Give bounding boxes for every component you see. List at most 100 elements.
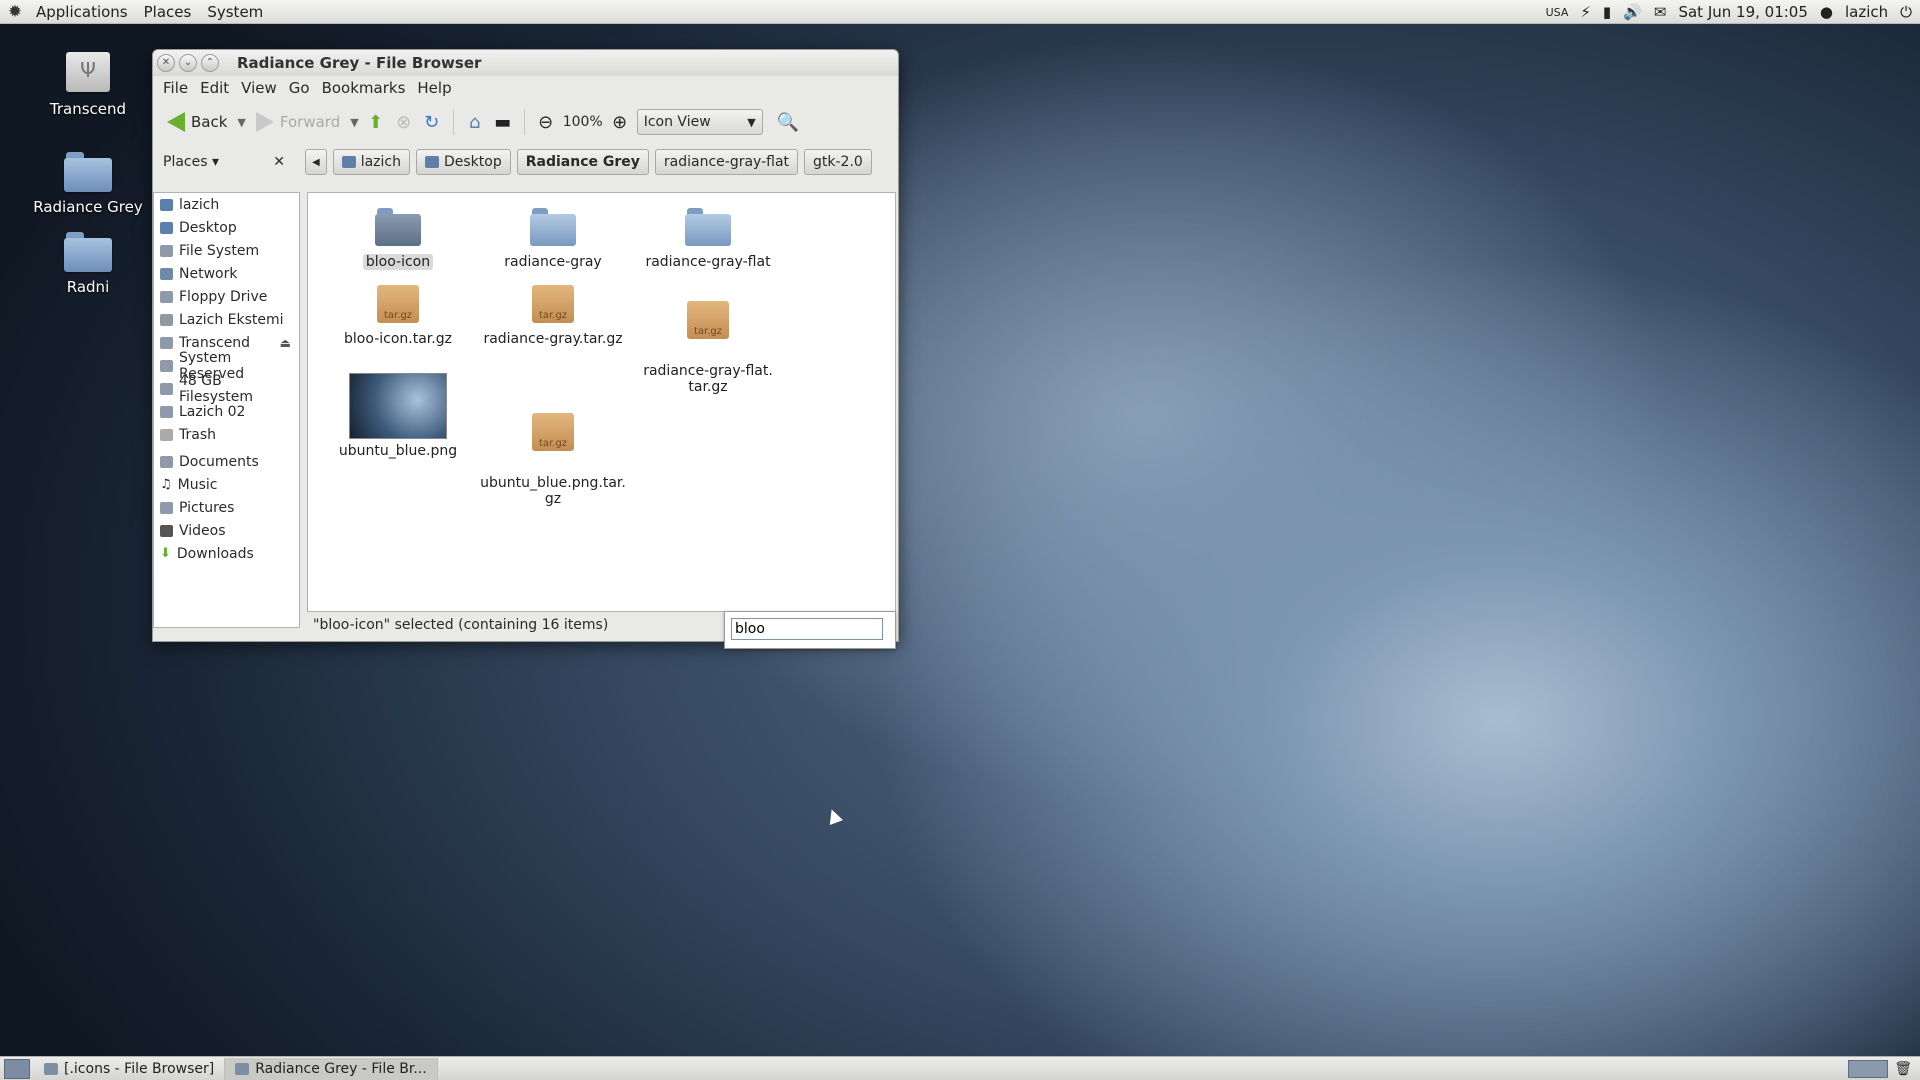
folder-icon [375,208,421,246]
menu-bookmarks[interactable]: Bookmarks [316,79,412,97]
drive-icon [160,382,173,395]
sidebar-item-lazich[interactable]: lazich [154,193,299,216]
ubuntu-logo-icon[interactable]: ✹ [6,2,24,22]
mail-icon[interactable]: ✉ [1654,3,1667,21]
sidebar-item-pictures[interactable]: Pictures [154,496,299,519]
file-item-ubuntu-blue-png[interactable]: ubuntu_blue.png [323,373,473,459]
downloads-icon: ⬇ [160,546,171,561]
file-browser-window: ✕ ⌄ ⌃ Radiance Grey - File Browser File … [152,49,899,642]
zoom-in-icon[interactable]: ⊕ [609,111,631,133]
breadcrumb-item-desktop[interactable]: Desktop [415,149,511,175]
file-browser-icon [235,1062,250,1075]
clock[interactable]: Sat Jun 19, 01:05 [1678,3,1807,21]
window-close-button[interactable]: ✕ [157,54,175,72]
power-icon[interactable]: ⏻ [1900,3,1912,21]
breadcrumb-item-radiance-grey[interactable]: Radiance Grey [516,149,649,175]
back-button[interactable]: Back [163,108,231,136]
sidebar-item-music[interactable]: ♫ Music [154,473,299,496]
sidebar-item-network[interactable]: Network [154,262,299,285]
up-arrow-icon[interactable]: ⬆ [365,111,387,133]
close-sidebar-icon[interactable]: ✕ [273,154,285,170]
desktop-icon-label: Radiance Grey [33,198,143,216]
file-browser-icon [44,1062,58,1075]
desktop-icon-label: Transcend [49,100,127,118]
computer-icon[interactable]: ▬ [492,111,514,133]
menu-file[interactable]: File [157,79,194,97]
breadcrumb-item-gtk-2[interactable]: gtk-2.0 [804,149,872,175]
view-mode-select[interactable]: Icon View ▼ [636,109,763,135]
taskbar-item-radiance-grey[interactable]: Radiance Grey - File Br... [225,1057,438,1080]
file-item-radiance-gray-flat-tar-gz[interactable]: tar.gz radiance-gray-flat. tar.gz [633,285,783,395]
system-tray: USA ⚡ ▮ 🔊 ✉ Sat Jun 19, 01:05 ● lazich ⏻ [1546,0,1912,24]
menubar: File Edit View Go Bookmarks Help [153,76,898,100]
stop-icon[interactable]: ⊗ [393,111,415,133]
forward-history-dropdown[interactable]: ▼ [350,116,358,129]
sidebar-item-floppy-drive[interactable]: Floppy Drive [154,285,299,308]
sidebar-item-file-system[interactable]: File System [154,239,299,262]
breadcrumb-item-lazich[interactable]: lazich [332,149,410,175]
search-icon[interactable]: 🔍 [777,111,799,133]
workspace-switcher[interactable] [1848,1059,1889,1078]
archive-icon: tar.gz [532,285,574,323]
home-icon[interactable]: ⌂ [464,111,486,133]
menu-places[interactable]: Places [136,3,200,21]
back-history-dropdown[interactable]: ▼ [237,116,245,129]
file-item-ubuntu-blue-png-tar-gz[interactable]: tar.gz ubuntu_blue.png.tar. gz [478,397,628,507]
places-dropdown[interactable]: Places ▾ [163,154,219,170]
menu-go[interactable]: Go [283,79,316,97]
drive-icon [160,313,173,326]
sidebar-item-documents[interactable]: Documents [154,450,299,473]
menu-system[interactable]: System [199,3,271,21]
sidebar-item-lazich-ekstemi[interactable]: Lazich Ekstemi [154,308,299,331]
taskbar-item-icons-file-browser[interactable]: [.icons - File Browser] [34,1057,226,1080]
volume-icon[interactable]: 🔊 [1623,3,1642,21]
drive-icon [160,359,173,372]
sidebar-item-downloads[interactable]: ⬇ Downloads [154,542,299,565]
file-item-radiance-gray[interactable]: radiance-gray [478,208,628,270]
keyboard-layout-indicator[interactable]: USA [1546,6,1569,19]
reload-icon[interactable]: ↻ [421,111,443,133]
folder-icon [64,230,112,272]
menu-applications[interactable]: Applications [28,3,136,21]
videos-icon [160,524,173,537]
file-item-radiance-gray-flat[interactable]: radiance-gray-flat [633,208,783,270]
window-minimize-button[interactable]: ⌄ [179,54,197,72]
battery-icon[interactable]: ▮ [1603,3,1611,21]
desktop-icon-radni[interactable]: Radni [28,230,148,296]
chevron-down-icon: ▼ [747,115,756,129]
file-label: ubuntu_blue.png [338,443,458,459]
typeahead-search-popup [724,611,896,649]
window-maximize-button[interactable]: ⌃ [201,54,219,72]
file-item-bloo-icon[interactable]: bloo-icon [323,208,473,270]
documents-icon [160,455,173,468]
breadcrumb-item-radiance-gray-flat[interactable]: radiance-gray-flat [654,149,799,175]
eject-icon[interactable]: ⏏ [280,336,291,350]
typeahead-search-input[interactable] [731,618,883,640]
menu-edit[interactable]: Edit [194,79,235,97]
sidebar-item-trash[interactable]: Trash [154,423,299,446]
file-item-radiance-gray-tar-gz[interactable]: tar.gz radiance-gray.tar.gz [478,285,628,347]
sidebar-item-videos[interactable]: Videos [154,519,299,542]
user-menu[interactable]: lazich [1845,3,1888,21]
menu-view[interactable]: View [235,79,283,97]
zoom-level[interactable]: 100% [563,114,603,130]
desktop-icon-radiance-grey[interactable]: Radiance Grey [28,150,148,216]
desktop-icon-transcend[interactable]: Transcend [28,52,148,118]
desktop-icon [424,156,439,168]
sidebar-item-48gb-filesystem[interactable]: 48 GB Filesystem [154,373,299,405]
usb-drive-icon [160,336,173,349]
menu-help[interactable]: Help [411,79,457,97]
usb-drive-icon [66,52,110,92]
show-desktop-button[interactable] [4,1058,30,1079]
file-icon-view[interactable]: bloo-icon radiance-gray radiance-gray-fl… [307,192,896,612]
drive-icon [160,244,173,257]
network-icon[interactable]: ⚡ [1580,3,1591,21]
trash-applet-icon[interactable]: 🗑 [1894,1061,1912,1077]
zoom-out-icon[interactable]: ⊖ [535,111,557,133]
window-titlebar[interactable]: ✕ ⌄ ⌃ Radiance Grey - File Browser [153,50,898,76]
sidebar-item-desktop[interactable]: Desktop [154,216,299,239]
file-item-bloo-icon-tar-gz[interactable]: tar.gz bloo-icon.tar.gz [323,285,473,347]
sidebar-item-lazich-02[interactable]: Lazich 02 [154,400,299,423]
breadcrumb-left-arrow[interactable]: ◀ [305,149,327,175]
forward-button[interactable]: Forward [252,108,344,136]
